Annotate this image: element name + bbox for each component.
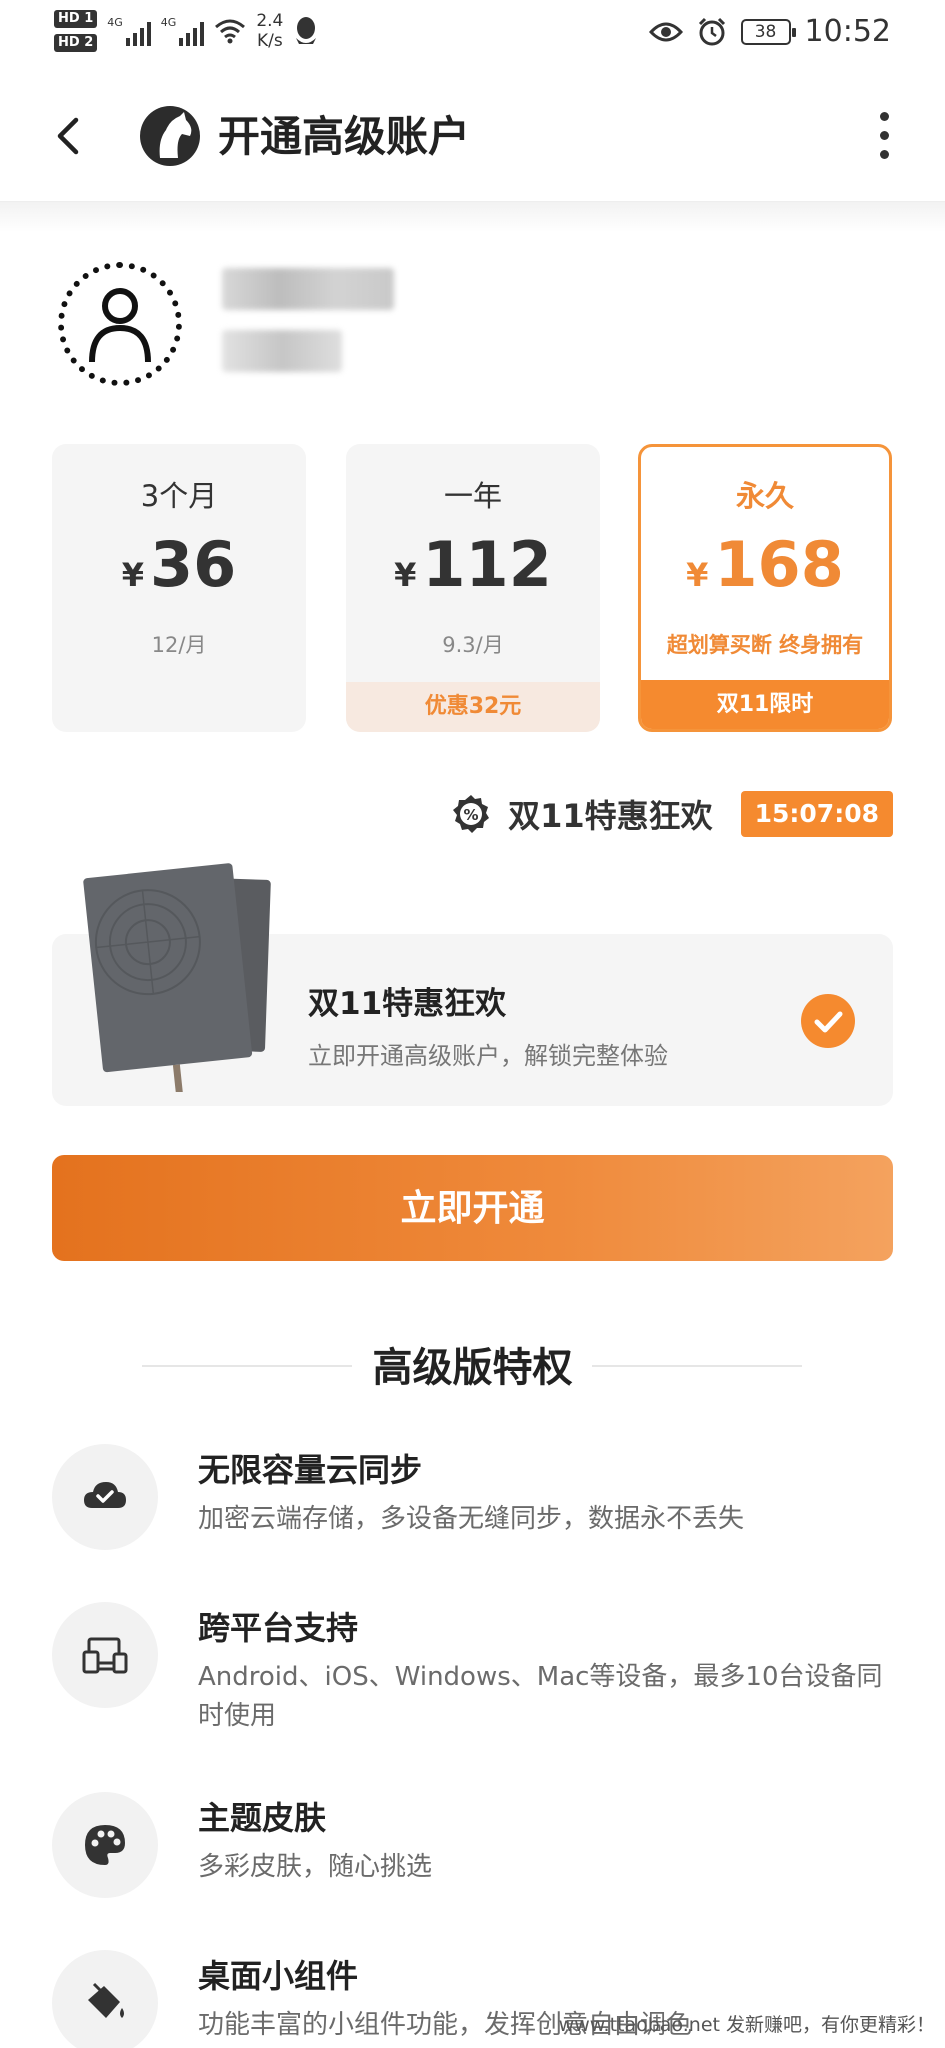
signal-2-icon: 4G	[161, 16, 205, 46]
privilege-icon-circle	[52, 1950, 158, 2048]
check-icon[interactable]	[801, 994, 855, 1048]
clock: 10:52	[804, 14, 891, 49]
speed-value: 2.4	[256, 11, 284, 31]
hd-badges: HD 1 HD 2	[54, 10, 98, 52]
plan-price: ¥168	[641, 528, 889, 612]
promo-title: 双11特惠狂欢	[508, 797, 713, 835]
more-vertical-icon[interactable]	[877, 112, 891, 162]
status-bar: HD 1 HD 2 4G 4G 2.4 K/s 38 10:52	[0, 0, 945, 70]
privileges-title: 高级版特权	[372, 1345, 573, 1391]
wifi-icon	[215, 19, 246, 44]
offer-title: 双11特惠狂欢	[308, 986, 507, 1022]
currency-symbol: ¥	[394, 556, 417, 594]
plan-slogan: 超划算买断 终身拥有	[666, 633, 864, 657]
notebook-image	[83, 863, 271, 1092]
promo-countdown: % 双11特惠狂欢 15:07:08	[450, 790, 893, 838]
page-title: 开通高级账户	[218, 112, 471, 161]
devices-icon	[82, 1637, 128, 1674]
battery-icon: 38	[740, 18, 796, 45]
hd2-badge: HD 2	[54, 34, 98, 52]
paint-bucket-icon	[88, 1982, 124, 2018]
privilege-desc: Android、iOS、Windows、Mac等设备，最多10台设备同时使用	[198, 1662, 883, 1731]
privilege-desc: 加密云端存储，多设备无缝同步，数据永不丢失	[198, 1504, 745, 1534]
privilege-icon-circle	[52, 1792, 158, 1898]
back-arrow-icon[interactable]	[46, 108, 90, 164]
price-value: 168	[714, 528, 844, 601]
offer-description: 立即开通高级账户，解锁完整体验	[308, 1042, 668, 1070]
privilege-title: 主题皮肤	[198, 1799, 327, 1837]
plan-price: ¥112	[346, 528, 600, 612]
privilege-icon-circle	[52, 1444, 158, 1550]
network-type-1: 4G	[107, 16, 123, 29]
eye-icon	[648, 22, 683, 41]
speed-unit: K/s	[256, 31, 283, 51]
user-icon	[89, 288, 151, 363]
qq-icon	[296, 17, 317, 44]
username-blurred	[222, 268, 394, 310]
plan-per-month: 12/月	[151, 633, 207, 657]
privilege-title: 跨平台支持	[198, 1609, 359, 1647]
alarm-icon	[698, 17, 725, 45]
plan-card-lifetime[interactable]: 永久 ¥168 超划算买断 终身拥有 双11限时	[638, 444, 892, 732]
status-right: 38 10:52	[648, 14, 891, 49]
network-type-2: 4G	[160, 16, 177, 29]
plan-card-1-year[interactable]: 一年 ¥112 9.3/月 优惠32元	[346, 444, 600, 732]
activate-now-button[interactable]: 立即开通	[52, 1155, 893, 1261]
discount-tag: 优惠32元	[346, 682, 600, 732]
top-app-bar: 开通高级账户	[0, 70, 945, 202]
account-id-blurred	[222, 330, 342, 372]
avatar[interactable]	[58, 262, 182, 386]
palette-icon	[85, 1825, 125, 1865]
cloud-check-icon	[84, 1482, 126, 1508]
limited-time-tag: 双11限时	[641, 680, 889, 729]
privilege-icon-circle	[52, 1602, 158, 1708]
plan-card-3-months[interactable]: 3个月 ¥36 12/月	[52, 444, 306, 732]
svg-text:%: %	[464, 806, 479, 824]
currency-symbol: ¥	[686, 556, 709, 594]
hd1-badge: HD 1	[54, 10, 98, 28]
discount-badge-icon: %	[453, 795, 490, 833]
network-speed: 2.4 K/s	[256, 11, 283, 51]
watermark-text: www.ttaobao.net 发新赚吧，有你更精彩！	[558, 2014, 935, 2036]
privilege-title: 无限容量云同步	[198, 1451, 423, 1489]
header-shadow	[0, 202, 945, 232]
plan-name: 一年	[443, 479, 502, 513]
price-value: 112	[422, 528, 552, 601]
countdown-timer: 15:07:08	[740, 791, 893, 837]
plan-per-month: 9.3/月	[442, 633, 504, 657]
plan-name: 永久	[735, 479, 794, 513]
plan-name: 3个月	[140, 479, 218, 513]
signal-1-icon: 4G	[107, 16, 151, 46]
plan-price: ¥36	[52, 528, 306, 612]
currency-symbol: ¥	[121, 556, 144, 594]
price-value: 36	[149, 528, 237, 601]
horse-logo-icon	[140, 106, 200, 166]
privilege-title: 桌面小组件	[198, 1957, 359, 1995]
status-left: HD 1 HD 2 4G 4G 2.4 K/s	[54, 10, 319, 52]
privilege-desc: 多彩皮肤，随心挑选	[198, 1852, 433, 1882]
